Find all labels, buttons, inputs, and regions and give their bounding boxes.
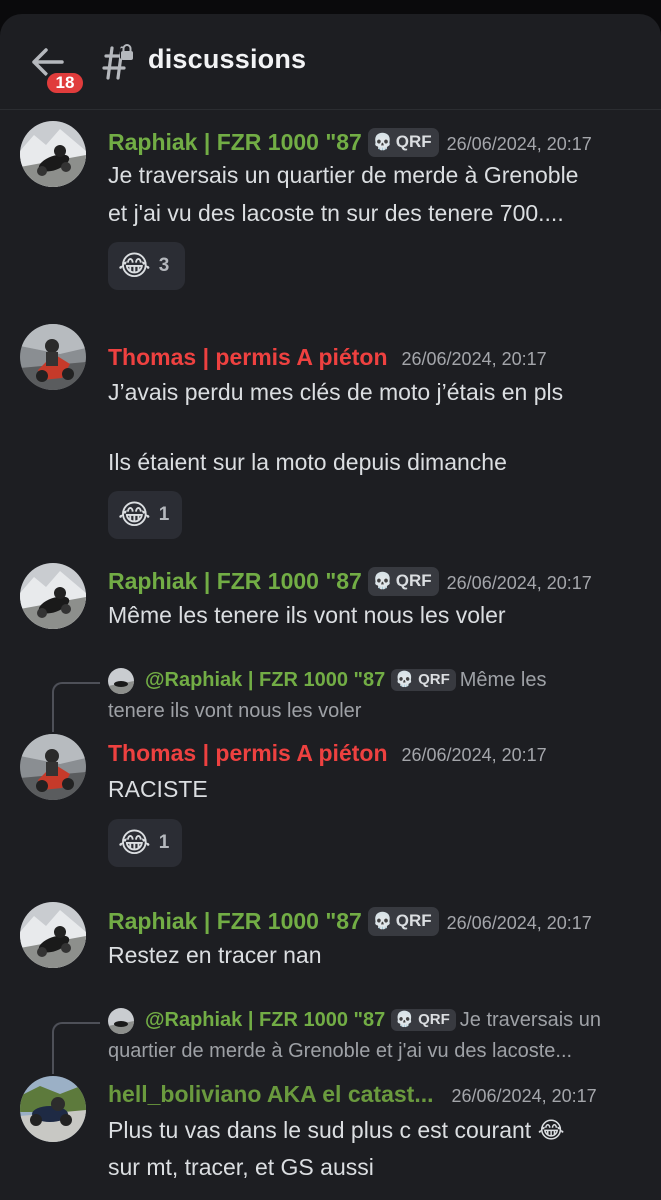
timestamp: 26/06/2024, 20:17 (446, 573, 592, 593)
skull-icon: 💀 (395, 1011, 414, 1028)
reply-connector (52, 682, 100, 732)
avatar-raphiak[interactable] (20, 121, 86, 187)
role-tag: 💀 QRF (367, 907, 439, 936)
chat-window: 18 discussions Raphiak | FZR 1000 "87 💀 QR… (0, 14, 661, 1200)
message-header: Raphiak | FZR 1000 "87 💀 QRF 26/06/2024, 20… (108, 567, 592, 596)
message-text: Même les tenere ils vont nous les voler (108, 602, 506, 628)
skull-icon: 💀 (372, 913, 393, 930)
author-name[interactable]: Raphiak | FZR 1000 "87 (108, 568, 362, 594)
reaction-button[interactable]: 😂 1 (108, 491, 182, 539)
reply-text: quartier de merde à Grenoble et j'ai vu … (108, 1040, 573, 1062)
message-header: Raphiak | FZR 1000 "87 💀 QRF 26/06/2024, 20… (108, 128, 592, 157)
reply-author: @Raphiak | FZR 1000 "87 (145, 669, 386, 691)
reaction-button[interactable]: 😂 1 (108, 819, 182, 867)
locked-channel-icon (96, 42, 136, 82)
avatar-raphiak[interactable] (20, 902, 86, 968)
channel-header: 18 discussions (0, 14, 661, 110)
message-header: Thomas | permis A piéton 26/06/2024, 20:1… (108, 344, 547, 371)
reply-text: Je traversais un (459, 1009, 601, 1031)
reply-author: @Raphiak | FZR 1000 "87 (145, 1009, 386, 1031)
author-name[interactable]: Raphiak | FZR 1000 "87 (108, 908, 362, 934)
message-text: et j'ai vu des lacoste tn sur des tenere… (108, 200, 564, 226)
message-text: Je traversais un quartier de merde à Gre… (108, 162, 579, 188)
reply-role-tag: 💀 QRF (391, 669, 456, 691)
timestamp: 26/06/2024, 20:17 (446, 134, 592, 154)
timestamp: 26/06/2024, 20:17 (446, 913, 592, 933)
message-text: Ils étaient sur la moto depuis dimanche (108, 449, 507, 475)
reply-avatar (108, 1008, 134, 1034)
timestamp: 26/06/2024, 20:17 (401, 349, 547, 369)
author-name[interactable]: hell_boliviano AKA el catast... (108, 1081, 434, 1107)
message-text: Plus tu vas dans le sud plus c est coura… (108, 1117, 565, 1143)
skull-icon: 💀 (395, 671, 414, 688)
reply-role-tag: 💀 QRF (391, 1009, 456, 1031)
role-tag: 💀 QRF (367, 567, 439, 596)
unread-badge: 18 (44, 70, 86, 96)
author-name[interactable]: Thomas | permis A piéton (108, 344, 388, 370)
reply-text: Même les (459, 669, 547, 691)
avatar-raphiak[interactable] (20, 563, 86, 629)
reply-preview[interactable]: @Raphiak | FZR 1000 "87 💀 QRF Je traversai… (145, 1009, 601, 1032)
tears-of-joy-emoji: 😂 (118, 499, 151, 530)
reply-text: tenere ils vont nous les voler (108, 700, 362, 722)
tears-of-joy-emoji: 😂 (118, 827, 151, 858)
avatar-thomas[interactable] (20, 324, 86, 390)
avatar-hell-boliviano[interactable] (20, 1076, 86, 1142)
skull-icon: 💀 (372, 573, 393, 590)
message-text: Restez en tracer nan (108, 942, 322, 968)
tears-of-joy-emoji: 😂 (118, 250, 151, 281)
reaction-count: 1 (158, 504, 170, 525)
skull-icon: 💀 (372, 134, 393, 151)
reply-connector (52, 1022, 100, 1074)
reaction-button[interactable]: 😂 3 (108, 242, 185, 290)
reply-preview[interactable]: @Raphiak | FZR 1000 "87 💀 QRF Même les (145, 669, 546, 692)
reply-avatar (108, 668, 134, 694)
message-header: Raphiak | FZR 1000 "87 💀 QRF 26/06/2024, 20… (108, 907, 592, 936)
timestamp: 26/06/2024, 20:17 (401, 745, 547, 765)
channel-name: discussions (148, 44, 307, 74)
avatar-thomas[interactable] (20, 734, 86, 800)
reaction-count: 3 (158, 255, 170, 276)
message-text: J’avais perdu mes clés de moto j’étais e… (108, 379, 564, 405)
reaction-count: 1 (158, 832, 170, 853)
message-text: RACISTE (108, 776, 208, 802)
message-text: sur mt, tracer, et GS aussi (108, 1154, 374, 1180)
message-header: Thomas | permis A piéton 26/06/2024, 20:1… (108, 740, 547, 767)
author-name[interactable]: Raphiak | FZR 1000 "87 (108, 129, 362, 155)
role-tag: 💀 QRF (367, 128, 439, 157)
message-header: hell_boliviano AKA el catast... 26/06/202… (108, 1081, 597, 1108)
author-name[interactable]: Thomas | permis A piéton (108, 740, 388, 766)
timestamp: 26/06/2024, 20:17 (451, 1086, 597, 1106)
